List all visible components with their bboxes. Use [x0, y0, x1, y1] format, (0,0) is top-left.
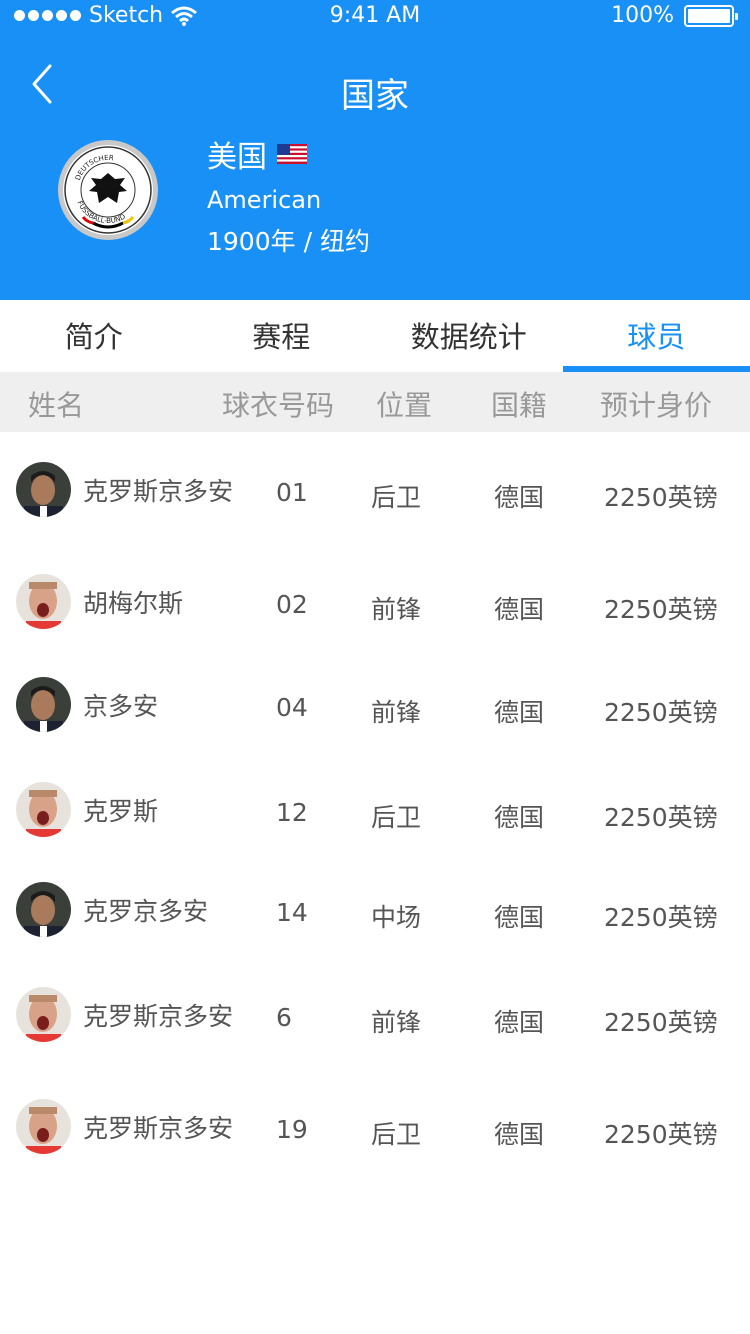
player-avatar	[16, 574, 71, 629]
country-header: Sketch 9:41 AM 100% 国家 DEUTSCHER FUSSBAL…	[0, 0, 750, 300]
table-row[interactable]: 克罗京多安 14 中场 德国 2250英镑	[0, 860, 750, 960]
table-row[interactable]: 克罗斯 12 后卫 德国 2250英镑	[0, 760, 750, 860]
team-crest-logo: DEUTSCHER FUSSBALL-BUND	[58, 140, 158, 240]
player-avatar	[16, 677, 71, 732]
country-english-name: American	[207, 186, 322, 214]
player-number: 14	[276, 898, 308, 927]
player-number: 6	[276, 1003, 292, 1032]
table-row[interactable]: 克罗斯京多安 01 后卫 德国 2250英镑	[0, 440, 750, 540]
page-title: 国家	[341, 76, 409, 116]
table-row[interactable]: 克罗斯京多安 19 后卫 德国 2250英镑	[0, 1077, 750, 1177]
player-name: 克罗京多安	[83, 897, 209, 926]
player-nationality: 德国	[494, 803, 545, 832]
player-value: 2250英镑	[604, 803, 718, 832]
tab-intro[interactable]: 简介	[0, 300, 188, 372]
player-nationality: 德国	[494, 1008, 545, 1037]
player-position: 前锋	[371, 1008, 422, 1037]
player-value: 2250英镑	[604, 1008, 718, 1037]
column-header-number: 球衣号码	[222, 389, 335, 422]
player-nationality: 德国	[494, 483, 545, 512]
column-header-position: 位置	[376, 389, 433, 422]
country-name: 美国	[207, 140, 267, 175]
player-avatar	[16, 462, 71, 517]
player-position: 后卫	[371, 1120, 422, 1149]
player-position: 后卫	[371, 483, 422, 512]
tab-schedule[interactable]: 赛程	[188, 300, 376, 372]
column-header-nationality: 国籍	[491, 389, 548, 422]
player-number: 12	[276, 798, 308, 827]
battery-icon	[684, 4, 738, 27]
player-number: 01	[276, 478, 308, 507]
player-name: 京多安	[83, 692, 159, 721]
player-value: 2250英镑	[604, 698, 718, 727]
player-number: 02	[276, 590, 308, 619]
table-row[interactable]: 京多安 04 前锋 德国 2250英镑	[0, 655, 750, 755]
player-name: 克罗斯京多安	[83, 1114, 234, 1143]
player-nationality: 德国	[494, 1120, 545, 1149]
us-flag-icon	[277, 144, 307, 164]
player-position: 前锋	[371, 595, 422, 624]
player-avatar	[16, 882, 71, 937]
player-value: 2250英镑	[604, 903, 718, 932]
table-row[interactable]: 克罗斯京多安 6 前锋 德国 2250英镑	[0, 965, 750, 1065]
player-value: 2250英镑	[604, 1120, 718, 1149]
player-number: 19	[276, 1115, 308, 1144]
player-position: 中场	[371, 903, 422, 932]
column-header-value: 预计身价	[600, 389, 713, 422]
player-avatar	[16, 1099, 71, 1154]
player-nationality: 德国	[494, 903, 545, 932]
tab-statistics[interactable]: 数据统计	[375, 300, 563, 372]
status-bar: Sketch 9:41 AM 100%	[0, 0, 750, 34]
player-nationality: 德国	[494, 698, 545, 727]
founded-info: 1900年 / 纽约	[207, 227, 370, 256]
column-header-name: 姓名	[28, 389, 85, 422]
player-value: 2250英镑	[604, 483, 718, 512]
player-number: 04	[276, 693, 308, 722]
player-avatar	[16, 987, 71, 1042]
player-nationality: 德国	[494, 595, 545, 624]
player-name: 克罗斯	[83, 797, 159, 826]
player-avatar	[16, 782, 71, 837]
player-name: 胡梅尔斯	[83, 589, 184, 618]
table-row[interactable]: 胡梅尔斯 02 前锋 德国 2250英镑	[0, 552, 750, 652]
player-position: 前锋	[371, 698, 422, 727]
player-position: 后卫	[371, 803, 422, 832]
battery-percentage: 100%	[611, 3, 674, 28]
tab-bar: 简介 赛程 数据统计 球员	[0, 300, 750, 372]
player-name: 克罗斯京多安	[83, 1002, 234, 1031]
tab-players[interactable]: 球员	[562, 300, 750, 372]
player-name: 克罗斯京多安	[83, 477, 234, 506]
table-header: 姓名 球衣号码 位置 国籍 预计身价	[0, 372, 750, 432]
player-value: 2250英镑	[604, 595, 718, 624]
